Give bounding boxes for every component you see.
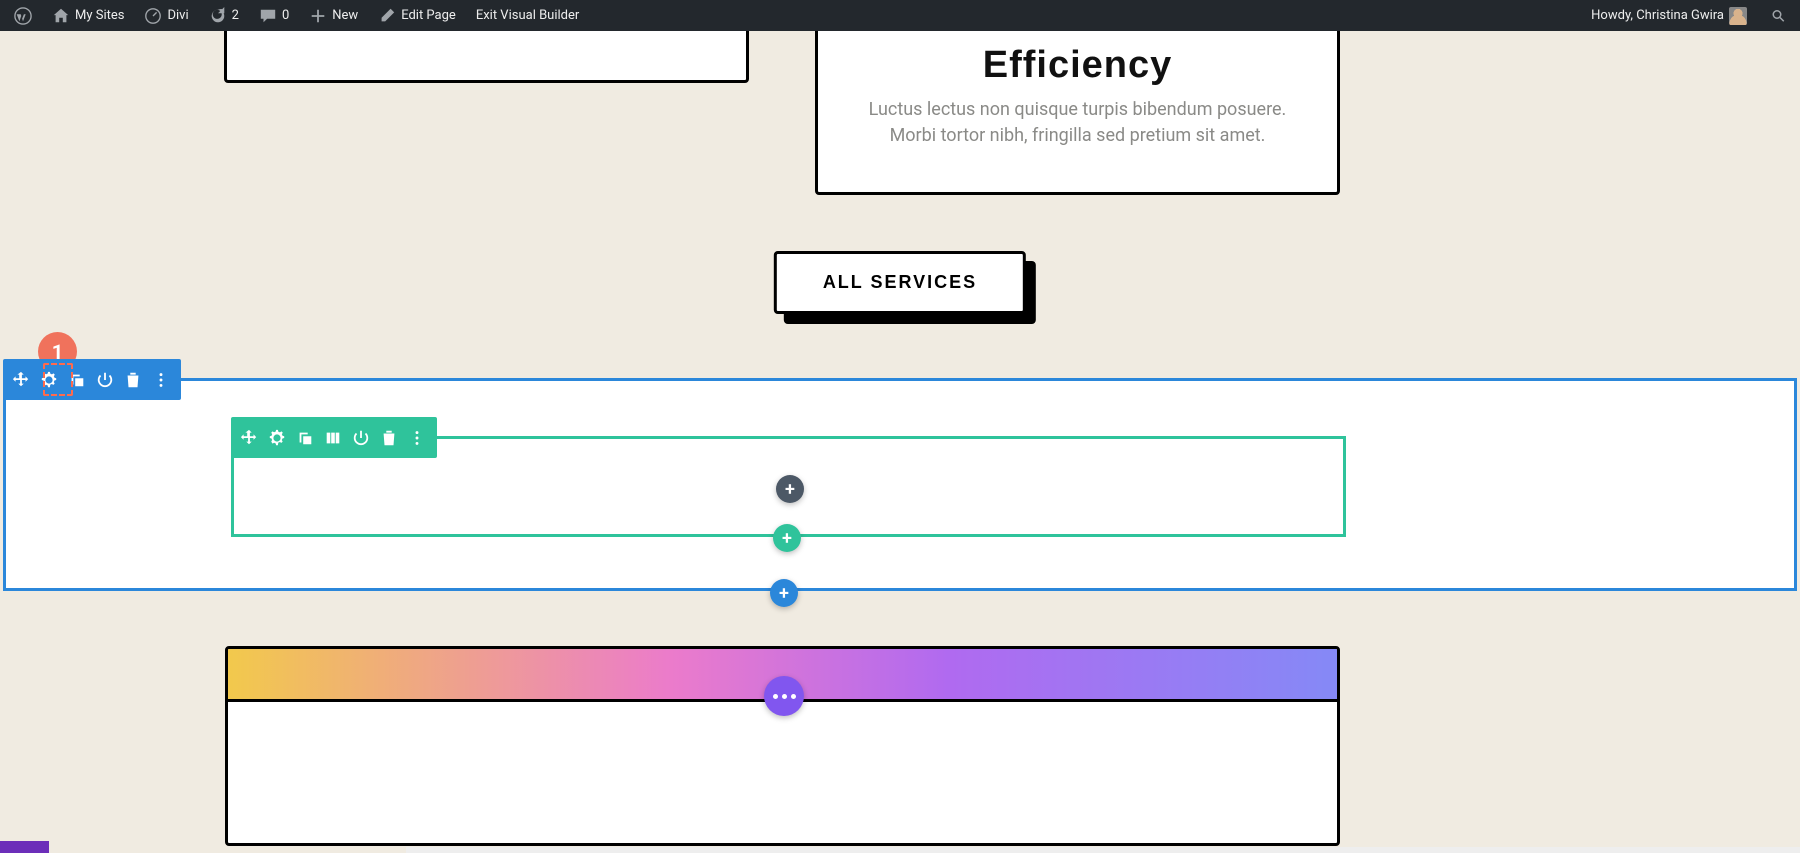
visual-builder-canvas: Efficiency Luctus lectus non quisque tur… bbox=[0, 0, 1800, 853]
divi-section[interactable]: + + bbox=[3, 378, 1797, 591]
divi-row[interactable]: + bbox=[231, 436, 1346, 537]
efficiency-title: Efficiency bbox=[844, 44, 1311, 87]
admin-bar-right: Howdy, Christina Gwira bbox=[1583, 0, 1794, 31]
builder-bottom-panel-hint bbox=[0, 841, 49, 853]
site-name-link[interactable]: Divi bbox=[136, 0, 196, 31]
row-delete-button[interactable] bbox=[375, 424, 403, 452]
search-icon bbox=[1771, 7, 1786, 25]
my-account-link[interactable]: Howdy, Christina Gwira bbox=[1583, 0, 1755, 31]
greeting-text: Howdy, Christina Gwira bbox=[1591, 0, 1724, 31]
comments-count: 0 bbox=[282, 0, 289, 31]
exit-vb-label: Exit Visual Builder bbox=[476, 0, 579, 31]
section-settings-button[interactable] bbox=[35, 366, 63, 394]
edit-page-label: Edit Page bbox=[401, 0, 456, 31]
section-more-button[interactable] bbox=[147, 366, 175, 394]
gear-icon bbox=[40, 371, 58, 389]
kebab-icon bbox=[152, 371, 170, 389]
gauge-icon bbox=[144, 7, 162, 25]
power-icon bbox=[352, 429, 370, 447]
comment-icon bbox=[259, 7, 277, 25]
exit-visual-builder-link[interactable]: Exit Visual Builder bbox=[468, 0, 587, 31]
house-icon bbox=[52, 7, 70, 25]
site-name-label: Divi bbox=[167, 0, 188, 31]
plus-glyph: + bbox=[779, 583, 789, 604]
section-duplicate-button[interactable] bbox=[63, 366, 91, 394]
move-icon bbox=[12, 371, 30, 389]
edit-page-link[interactable]: Edit Page bbox=[370, 0, 464, 31]
duplicate-icon bbox=[68, 371, 86, 389]
new-content-link[interactable]: New bbox=[301, 0, 366, 31]
plus-glyph: + bbox=[782, 528, 792, 549]
ellipsis-icon bbox=[773, 694, 796, 699]
move-icon bbox=[240, 429, 258, 447]
duplicate-icon bbox=[296, 429, 314, 447]
section-actions-button[interactable] bbox=[764, 676, 804, 716]
row-settings-button[interactable] bbox=[263, 424, 291, 452]
power-icon bbox=[96, 371, 114, 389]
columns-icon bbox=[324, 429, 342, 447]
updates-link[interactable]: 2 bbox=[201, 0, 247, 31]
all-services-button[interactable]: ALL SERVICES bbox=[774, 251, 1026, 314]
section-toolbar bbox=[3, 359, 181, 400]
pencil-icon bbox=[378, 7, 396, 25]
admin-search-button[interactable] bbox=[1763, 0, 1794, 31]
add-module-button[interactable]: + bbox=[776, 475, 804, 503]
section-save-button[interactable] bbox=[91, 366, 119, 394]
my-sites-label: My Sites bbox=[75, 0, 124, 31]
efficiency-card[interactable]: Efficiency Luctus lectus non quisque tur… bbox=[815, 21, 1340, 195]
row-more-button[interactable] bbox=[403, 424, 431, 452]
update-icon bbox=[209, 7, 227, 25]
trash-icon bbox=[380, 429, 398, 447]
gear-icon bbox=[268, 429, 286, 447]
user-avatar bbox=[1729, 7, 1747, 25]
admin-bar-left: My Sites Divi 2 0 New Edit Page Exit Vis… bbox=[6, 0, 587, 31]
all-services-wrap: ALL SERVICES bbox=[774, 251, 1026, 314]
row-save-button[interactable] bbox=[347, 424, 375, 452]
wp-admin-bar: My Sites Divi 2 0 New Edit Page Exit Vis… bbox=[0, 0, 1800, 31]
add-section-button[interactable]: + bbox=[770, 579, 798, 607]
row-duplicate-button[interactable] bbox=[291, 424, 319, 452]
plus-glyph: + bbox=[785, 479, 795, 500]
wordpress-icon bbox=[14, 7, 32, 25]
trash-icon bbox=[124, 371, 142, 389]
updates-count: 2 bbox=[232, 0, 239, 31]
row-toolbar bbox=[231, 417, 437, 458]
kebab-icon bbox=[408, 429, 426, 447]
plus-icon bbox=[309, 7, 327, 25]
my-sites-link[interactable]: My Sites bbox=[44, 0, 132, 31]
row-columns-button[interactable] bbox=[319, 424, 347, 452]
new-label: New bbox=[332, 0, 358, 31]
wp-logo-menu[interactable] bbox=[6, 0, 40, 31]
row-move-button[interactable] bbox=[235, 424, 263, 452]
existing-content-area: Efficiency Luctus lectus non quisque tur… bbox=[0, 31, 1800, 376]
comments-link[interactable]: 0 bbox=[251, 0, 297, 31]
add-row-button[interactable]: + bbox=[773, 524, 801, 552]
section-delete-button[interactable] bbox=[119, 366, 147, 394]
efficiency-text: Luctus lectus non quisque turpis bibendu… bbox=[844, 97, 1311, 149]
section-move-button[interactable] bbox=[7, 366, 35, 394]
builder-bottom-panel-hint-right bbox=[406, 847, 1800, 853]
